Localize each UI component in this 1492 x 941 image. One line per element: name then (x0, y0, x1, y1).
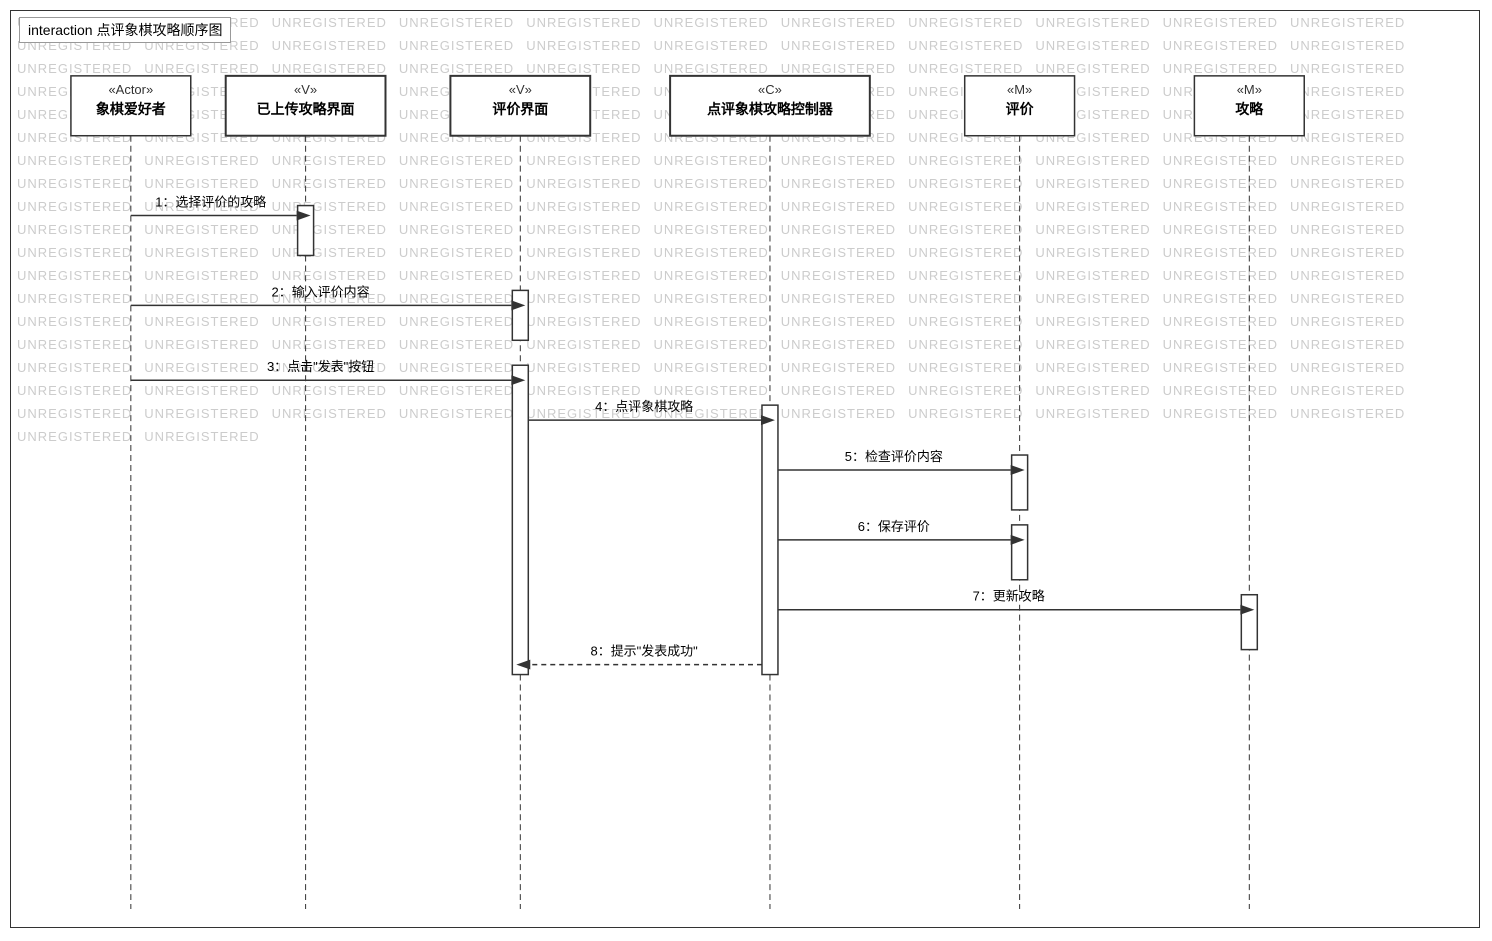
svg-text:7：更新攻略: 7：更新攻略 (973, 589, 1045, 604)
svg-text:3：点击"发表"按钮: 3：点击"发表"按钮 (267, 359, 374, 374)
diagram-title: interaction 点评象棋攻略顺序图 (19, 17, 231, 43)
svg-text:8：提示"发表成功": 8：提示"发表成功" (591, 644, 699, 659)
svg-text:«V»: «V» (509, 82, 532, 97)
svg-text:1：选择评价的攻略: 1：选择评价的攻略 (155, 195, 266, 210)
svg-text:«M»: «M» (1007, 82, 1032, 97)
svg-text:«M»: «M» (1237, 82, 1262, 97)
svg-text:攻略: 攻略 (1235, 101, 1264, 117)
sequence-diagram: «Actor» 象棋爱好者 «V» 已上传攻略界面 «V» 评价界面 «C» 点… (11, 11, 1479, 927)
diagram-container: UNREGISTEREDUNREGISTEREDUNREGISTEREDUNRE… (10, 10, 1480, 928)
svg-text:2：输入评价内容: 2：输入评价内容 (272, 284, 370, 299)
svg-text:«V»: «V» (294, 82, 317, 97)
svg-text:评价界面: 评价界面 (492, 101, 548, 117)
svg-text:点评象棋攻略控制器: 点评象棋攻略控制器 (707, 101, 834, 117)
svg-text:«Actor»: «Actor» (108, 82, 153, 97)
svg-text:象棋爱好者: 象棋爱好者 (96, 101, 166, 117)
svg-text:6：保存评价: 6：保存评价 (858, 519, 930, 534)
svg-text:5：检查评价内容: 5：检查评价内容 (845, 449, 943, 464)
svg-text:4：点评象棋攻略: 4：点评象棋攻略 (595, 399, 693, 414)
svg-text:评价: 评价 (1006, 101, 1035, 117)
svg-text:已上传攻略界面: 已上传攻略界面 (257, 101, 355, 117)
svg-text:«C»: «C» (758, 82, 782, 97)
